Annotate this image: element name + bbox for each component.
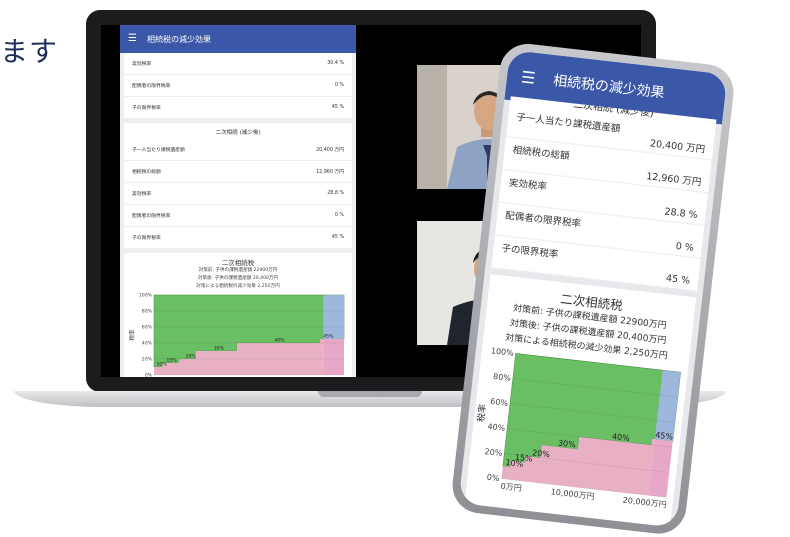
x-tick-label: 20,000万円 xyxy=(622,496,667,510)
secondary-section-card: 二次相続 (減少後) 子一人当たり課税遺産額 20,400 万円 相続税の総額 12… xyxy=(124,123,352,249)
y-tick-label: 80% xyxy=(142,309,153,315)
y-axis-label: 税率 xyxy=(475,403,489,422)
table-row: 子の限界税率 45 % xyxy=(124,227,352,249)
y-tick-label: 40% xyxy=(487,422,506,433)
y-tick-label: 0% xyxy=(486,473,500,483)
y-tick-label: 100% xyxy=(139,293,153,299)
chart-info-line: 対策後: 子供の課税遺産額 20,400万円 xyxy=(197,276,279,281)
table-row: 子の限界税率 45 % xyxy=(124,97,352,119)
top-rows-card: 実効税率 30.4 % 配偶者の限界税率 0 % 子の限界税率 45 % xyxy=(124,53,352,119)
y-tick-label: 100% xyxy=(490,346,514,358)
data-label: 20% xyxy=(186,354,197,360)
y-tick-label: 60% xyxy=(142,325,153,331)
table-row: 相続税の総額 12,960 万円 xyxy=(124,161,352,183)
laptop-area-chart: 0%20%40%60%80%100%0万円10,000万円20,000万円税率1… xyxy=(128,293,345,377)
y-tick-label: 80% xyxy=(493,372,512,383)
data-label: 30% xyxy=(558,439,577,450)
data-label: 15% xyxy=(514,453,533,464)
data-label: 45% xyxy=(323,334,334,340)
y-axis-label: 税率 xyxy=(128,329,136,341)
app-header: ☰ 相続税の減少効果 xyxy=(120,25,356,53)
headline-text: ます xyxy=(0,35,59,68)
chart-card: 二次相続税 対策前: 子供の課税遺産額 22900万円 対策後: 子供の課税遺産… xyxy=(124,253,352,377)
chart-title: 二次相続税 xyxy=(221,259,255,267)
data-label: 40% xyxy=(612,432,631,443)
x-tick-label: 0万円 xyxy=(500,482,522,493)
chart-info-line: 対策前: 子供の課税遺産額 22900万円 xyxy=(198,268,278,273)
phone-rows-card: 二次相続 (減少後) 子一人当たり課税遺産額 20,400 万円 相続税の総額 12… xyxy=(491,96,717,292)
chart-info-line: 対策による相続税の減少効果 2,250万円 xyxy=(196,284,280,289)
hamburger-menu-icon[interactable]: ☰ xyxy=(520,67,536,88)
y-tick-label: 20% xyxy=(484,447,503,458)
app-title: 相続税の減少効果 xyxy=(146,34,211,44)
difference-upper-band xyxy=(323,295,344,339)
data-label: 40% xyxy=(274,338,285,344)
hamburger-menu-icon[interactable]: ☰ xyxy=(128,34,137,44)
y-tick-label: 60% xyxy=(490,397,509,408)
laptop-notch xyxy=(318,391,422,397)
data-label: 20% xyxy=(532,448,551,459)
y-tick-label: 0% xyxy=(145,373,153,377)
table-row: 実効税率 30.4 % xyxy=(124,53,352,75)
phone-chart-card: 二次相続税 対策前: 子供の課税遺産額 22900万円 対策後: 子供の課税遺産… xyxy=(463,274,697,528)
data-label: 30% xyxy=(214,346,225,352)
y-tick-label: 20% xyxy=(142,357,153,363)
phone-app-title: 相続税の減少効果 xyxy=(552,72,666,102)
phone-area-chart: 0% 20% 40% 60% 80% 100% 0万円 10,000万円 20,000万円 税率 1… xyxy=(475,346,681,510)
laptop-app-panel: ☰ 相続税の減少効果 実効税率 30.4 % 配偶者の限界税率 0 % 子の限界税率… xyxy=(120,25,356,377)
table-row: 配偶者の限界税率 0 % xyxy=(124,205,352,227)
data-label: 15% xyxy=(166,358,177,364)
table-row: 実効税率 28.8 % xyxy=(124,183,352,205)
difference-lower-band xyxy=(323,339,344,375)
y-tick-label: 40% xyxy=(142,341,153,347)
x-tick-label: 10,000万円 xyxy=(550,487,595,501)
table-row: 配偶者の限界税率 0 % xyxy=(124,75,352,97)
section-title: 二次相続 (減少後) xyxy=(215,130,261,136)
table-row: 子一人当たり課税遺産額 20,400 万円 xyxy=(124,139,352,161)
data-label: 45% xyxy=(655,431,674,442)
